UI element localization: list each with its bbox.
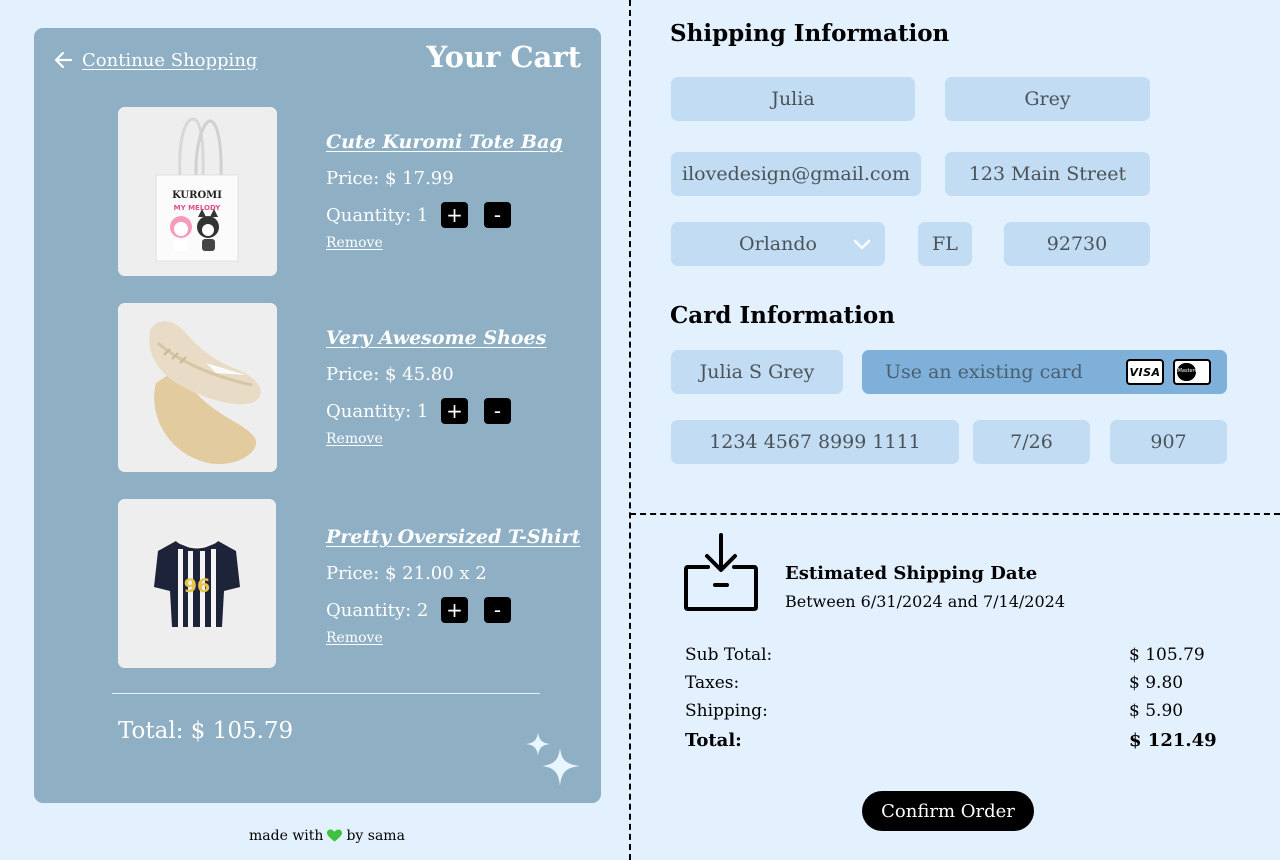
continue-shopping-label[interactable]: Continue Shopping bbox=[82, 50, 257, 71]
summary-label: Sub Total: bbox=[685, 645, 773, 665]
zip-field[interactable]: 92730 bbox=[1004, 222, 1150, 266]
existing-card-placeholder: Use an existing card bbox=[885, 361, 1083, 383]
existing-card-select[interactable]: Use an existing card VISA MasterCard bbox=[862, 350, 1227, 394]
increase-quantity-button[interactable]: + bbox=[441, 202, 468, 228]
confirm-order-button[interactable]: Confirm Order bbox=[862, 791, 1034, 831]
continue-shopping-link[interactable]: Continue Shopping bbox=[54, 47, 257, 73]
cart-total: Total: $ 105.79 bbox=[118, 718, 294, 744]
decrease-quantity-button[interactable]: - bbox=[484, 398, 511, 424]
horizontal-divider bbox=[630, 513, 1280, 515]
shipping-title: Shipping Information bbox=[670, 20, 950, 47]
cart-divider bbox=[112, 693, 540, 694]
summary-label: Shipping: bbox=[685, 701, 768, 721]
last-name-field[interactable]: Grey bbox=[945, 77, 1150, 121]
sparkle-icon bbox=[526, 732, 580, 786]
remove-item-link[interactable]: Remove bbox=[326, 235, 383, 251]
expiry-field[interactable]: 7/26 bbox=[973, 420, 1090, 464]
email-field[interactable]: ilovedesign@gmail.com bbox=[671, 152, 921, 196]
cvv-field[interactable]: 907 bbox=[1110, 420, 1227, 464]
summary-value: $ 121.49 bbox=[1129, 730, 1217, 751]
download-box-icon bbox=[684, 533, 758, 611]
item-name-link[interactable]: Pretty Oversized T-Shirt bbox=[326, 526, 580, 548]
remove-item-link[interactable]: Remove bbox=[326, 630, 383, 646]
chevron-down-icon bbox=[853, 239, 871, 250]
first-name-field[interactable]: Julia bbox=[671, 77, 915, 121]
card-title: Card Information bbox=[670, 302, 895, 329]
summary-label: Total: bbox=[685, 730, 742, 751]
heart-icon bbox=[327, 829, 343, 842]
footer-author: by sama bbox=[346, 828, 405, 844]
state-field[interactable]: FL bbox=[918, 222, 972, 266]
summary-row-total: Total: $ 121.49 bbox=[685, 730, 1217, 756]
increase-quantity-button[interactable]: + bbox=[441, 398, 468, 424]
cart-title: Your Cart bbox=[426, 40, 581, 74]
footer-credit: made with by sama bbox=[249, 828, 405, 844]
mastercard-icon: MasterCard bbox=[1173, 359, 1211, 385]
tshirt-image: 96 bbox=[118, 499, 276, 668]
address-field[interactable]: 123 Main Street bbox=[945, 152, 1150, 196]
summary-value: $ 9.80 bbox=[1129, 673, 1184, 693]
shoes-image bbox=[118, 303, 277, 472]
summary-row-subtotal: Sub Total: $ 105.79 bbox=[685, 645, 1215, 671]
tote-bag-image: KUROMI MY MELODY bbox=[118, 107, 277, 276]
item-name-link[interactable]: Cute Kuromi Tote Bag bbox=[326, 131, 563, 153]
svg-text:96: 96 bbox=[184, 575, 210, 597]
footer-made-with: made with bbox=[249, 828, 324, 844]
summary-label: Taxes: bbox=[685, 673, 740, 693]
summary-value: $ 105.79 bbox=[1129, 645, 1205, 665]
cart-item: 96 Pretty Oversized T-Shirt Price: $ 21.… bbox=[118, 499, 588, 669]
quantity-row: Quantity: 2 + - bbox=[326, 596, 511, 624]
cart-panel: Continue Shopping Your Cart KUROMI MY ME… bbox=[34, 28, 601, 803]
summary-value: $ 5.90 bbox=[1129, 701, 1184, 721]
city-value: Orlando bbox=[739, 233, 817, 255]
increase-quantity-button[interactable]: + bbox=[441, 597, 468, 623]
remove-item-link[interactable]: Remove bbox=[326, 431, 383, 447]
cart-item: Very Awesome Shoes Price: $ 45.80 Quanti… bbox=[118, 303, 588, 473]
svg-text:KUROMI: KUROMI bbox=[172, 190, 222, 201]
arrow-left-icon bbox=[54, 51, 73, 69]
quantity-row: Quantity: 1 + - bbox=[326, 397, 511, 425]
item-price: Price: $ 21.00 x 2 bbox=[326, 563, 487, 584]
quantity-row: Quantity: 1 + - bbox=[326, 201, 511, 229]
city-select[interactable]: Orlando bbox=[671, 222, 885, 266]
decrease-quantity-button[interactable]: - bbox=[484, 597, 511, 623]
item-name-link[interactable]: Very Awesome Shoes bbox=[326, 327, 546, 349]
vertical-divider bbox=[629, 0, 631, 860]
estimate-title: Estimated Shipping Date bbox=[785, 563, 1038, 584]
item-price: Price: $ 45.80 bbox=[326, 364, 454, 385]
card-number-field[interactable]: 1234 4567 8999 1111 bbox=[671, 420, 959, 464]
item-price: Price: $ 17.99 bbox=[326, 168, 454, 189]
decrease-quantity-button[interactable]: - bbox=[484, 202, 511, 228]
summary-row-taxes: Taxes: $ 9.80 bbox=[685, 673, 1215, 699]
quantity-label: Quantity: 2 bbox=[326, 599, 429, 621]
cart-item: KUROMI MY MELODY Cute Kuromi Tote Bag Pr… bbox=[118, 107, 588, 277]
quantity-label: Quantity: 1 bbox=[326, 400, 429, 422]
summary-row-shipping: Shipping: $ 5.90 bbox=[685, 701, 1215, 727]
estimate-dates: Between 6/31/2024 and 7/14/2024 bbox=[785, 592, 1066, 611]
visa-icon: VISA bbox=[1126, 359, 1164, 385]
cardholder-field[interactable]: Julia S Grey bbox=[671, 350, 843, 394]
quantity-label: Quantity: 1 bbox=[326, 204, 429, 226]
